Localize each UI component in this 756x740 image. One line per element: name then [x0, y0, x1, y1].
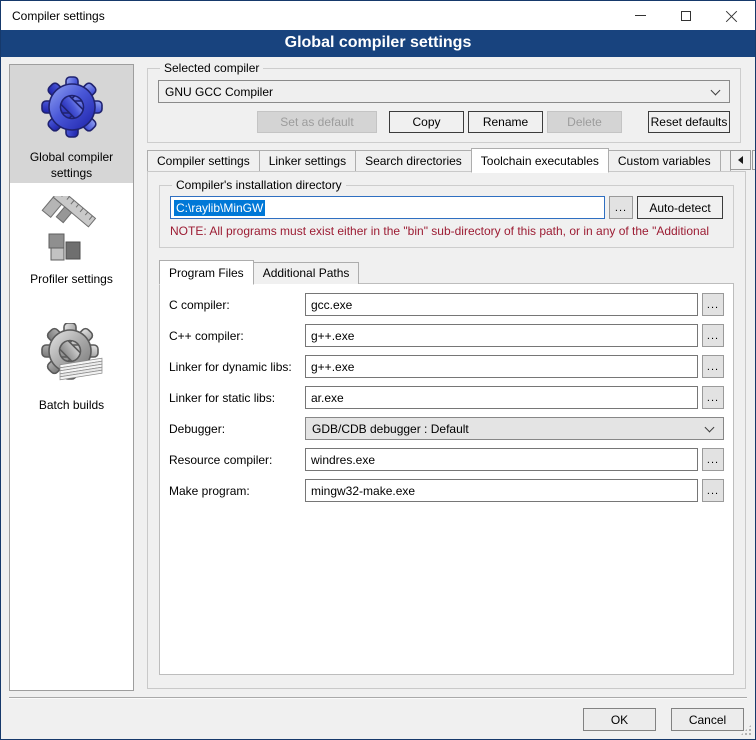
compiler-settings-dialog: Compiler settings Global compiler settin… [0, 0, 756, 740]
row-linker-dynamic: Linker for dynamic libs: ... [169, 355, 724, 378]
linker-dynamic-input[interactable] [305, 355, 698, 378]
field-label: Make program: [169, 484, 305, 498]
close-button[interactable] [709, 1, 755, 30]
tab-custom-variables[interactable]: Custom variables [608, 150, 721, 172]
browse-button[interactable]: ... [702, 355, 724, 378]
window-controls [617, 1, 755, 30]
sidebar-item-label: Batch builds [16, 398, 128, 414]
browse-button[interactable]: ... [702, 293, 724, 316]
installation-directory-legend: Compiler's installation directory [172, 178, 346, 192]
tab-search-directories[interactable]: Search directories [355, 150, 472, 172]
browse-button[interactable]: ... [702, 324, 724, 347]
field-label: Linker for dynamic libs: [169, 360, 305, 374]
chevron-down-icon [711, 85, 721, 95]
c-compiler-input[interactable] [305, 293, 698, 316]
sidebar-item-label: Profiler settings [16, 272, 128, 288]
selected-compiler-legend: Selected compiler [160, 61, 263, 75]
field-label: Debugger: [169, 422, 305, 436]
footer-divider [9, 697, 747, 698]
debugger-select-value: GDB/CDB debugger : Default [312, 422, 469, 436]
field-label: C++ compiler: [169, 329, 305, 343]
browse-button[interactable]: ... [702, 479, 724, 502]
make-program-input[interactable] [305, 479, 698, 502]
tab-scroll-right-button[interactable] [752, 150, 756, 170]
linker-static-input[interactable] [305, 386, 698, 409]
tab-scroll-left-button[interactable] [730, 150, 751, 170]
toolchain-executables-page: Compiler's installation directory C:\ray… [147, 171, 746, 689]
selected-compiler-group: Selected compiler GNU GCC Compiler Set a… [147, 61, 741, 143]
installation-directory-value: C:\raylib\MinGW [174, 200, 265, 216]
tab-program-files[interactable]: Program Files [159, 260, 254, 285]
cancel-button[interactable]: Cancel [671, 708, 744, 731]
set-as-default-button[interactable]: Set as default [257, 111, 377, 133]
installation-directory-input[interactable]: C:\raylib\MinGW [170, 196, 605, 219]
ok-button[interactable]: OK [583, 708, 656, 731]
settings-tabstrip: Compiler settings Linker settings Search… [147, 147, 746, 172]
tab-linker-settings[interactable]: Linker settings [259, 150, 356, 172]
minimize-icon [635, 15, 646, 16]
field-label: Resource compiler: [169, 453, 305, 467]
tab-scroll-buttons [730, 150, 756, 170]
resource-compiler-input[interactable] [305, 448, 698, 471]
bin-subdirectory-note: NOTE: All programs must exist either in … [170, 224, 723, 238]
field-label: Linker for static libs: [169, 391, 305, 405]
row-linker-static: Linker for static libs: ... [169, 386, 724, 409]
close-icon [726, 10, 738, 22]
titlebar: Compiler settings [1, 1, 755, 30]
reset-defaults-button[interactable]: Reset defaults [648, 111, 730, 133]
page-title: Global compiler settings [1, 30, 755, 57]
row-debugger: Debugger: GDB/CDB debugger : Default [169, 417, 724, 440]
chevron-down-icon [705, 422, 715, 432]
caliper-icon [40, 196, 104, 262]
debugger-select[interactable]: GDB/CDB debugger : Default [305, 417, 724, 440]
settings-category-list: Global compiler settings [9, 64, 134, 691]
sidebar-item-label: Global compiler settings [16, 150, 128, 181]
tab-toolchain-executables[interactable]: Toolchain executables [471, 148, 609, 173]
cpp-compiler-input[interactable] [305, 324, 698, 347]
sidebar-item-profiler-settings[interactable]: Profiler settings [10, 187, 133, 303]
blue-gear-icon [40, 74, 104, 140]
dialog-body: Global compiler settings [1, 57, 755, 739]
rename-button[interactable]: Rename [468, 111, 543, 133]
installation-directory-group: Compiler's installation directory C:\ray… [159, 178, 734, 248]
program-tabstrip: Program Files Additional Paths [159, 259, 734, 284]
row-cpp-compiler: C++ compiler: ... [169, 324, 724, 347]
browse-button[interactable]: ... [702, 386, 724, 409]
tab-compiler-settings[interactable]: Compiler settings [147, 150, 260, 172]
footer-buttons: OK Cancel [583, 708, 744, 731]
row-make-program: Make program: ... [169, 479, 724, 502]
row-resource-compiler: Resource compiler: ... [169, 448, 724, 471]
compiler-select[interactable]: GNU GCC Compiler [158, 80, 730, 103]
program-files-page: C compiler: ... C++ compiler: ... Linker… [159, 283, 734, 675]
auto-detect-button[interactable]: Auto-detect [637, 196, 723, 219]
field-label: C compiler: [169, 298, 305, 312]
maximize-button[interactable] [663, 1, 709, 30]
maximize-icon [681, 11, 691, 21]
delete-button[interactable]: Delete [547, 111, 622, 133]
compiler-select-value: GNU GCC Compiler [165, 85, 273, 99]
copy-button[interactable]: Copy [389, 111, 464, 133]
installation-directory-row: C:\raylib\MinGW ... Auto-detect [170, 196, 723, 219]
browse-button[interactable]: ... [702, 448, 724, 471]
window-title: Compiler settings [12, 9, 105, 23]
directory-browse-button[interactable]: ... [609, 196, 633, 219]
row-c-compiler: C compiler: ... [169, 293, 724, 316]
sidebar-item-batch-builds[interactable]: Batch builds [10, 313, 133, 427]
compiler-buttons: Set as default Copy Rename Delete Reset … [158, 111, 730, 133]
minimize-button[interactable] [617, 1, 663, 30]
arrow-left-icon [734, 156, 743, 164]
tab-additional-paths[interactable]: Additional Paths [253, 262, 360, 284]
sidebar-item-global-compiler-settings[interactable]: Global compiler settings [10, 65, 133, 183]
gray-gear-stack-icon [40, 322, 104, 388]
